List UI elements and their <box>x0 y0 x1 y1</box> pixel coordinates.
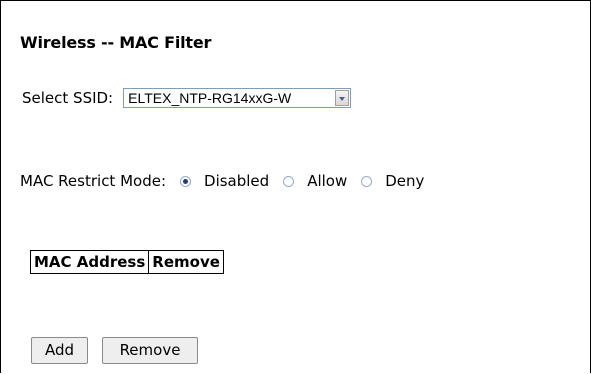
radio-disabled[interactable] <box>180 175 192 187</box>
column-header-mac-address: MAC Address <box>29 250 150 274</box>
chevron-down-icon[interactable] <box>335 90 350 106</box>
table-header-row: MAC Address Remove <box>29 250 224 274</box>
ssid-select[interactable]: ELTEX_NTP-RG14xxG-W <box>123 88 352 108</box>
column-header-remove: Remove <box>148 250 224 274</box>
radio-deny-label: Deny <box>385 172 425 190</box>
radio-allow-label: Allow <box>307 172 348 190</box>
mac-filter-table: MAC Address Remove <box>29 250 224 274</box>
ssid-row: Select SSID: ELTEX_NTP-RG14xxG-W <box>22 88 352 108</box>
page-title: Wireless -- MAC Filter <box>20 33 212 52</box>
radio-allow[interactable] <box>283 175 295 187</box>
remove-button[interactable]: Remove <box>102 337 198 364</box>
mac-restrict-mode-row: MAC Restrict Mode: Disabled Allow Deny <box>20 172 438 190</box>
ssid-selected-value: ELTEX_NTP-RG14xxG-W <box>128 90 292 106</box>
radio-deny[interactable] <box>361 175 373 187</box>
add-button[interactable]: Add <box>31 337 88 364</box>
ssid-label: Select SSID: <box>22 89 114 107</box>
mac-restrict-mode-label: MAC Restrict Mode: <box>20 172 167 190</box>
radio-disabled-label: Disabled <box>204 172 270 190</box>
